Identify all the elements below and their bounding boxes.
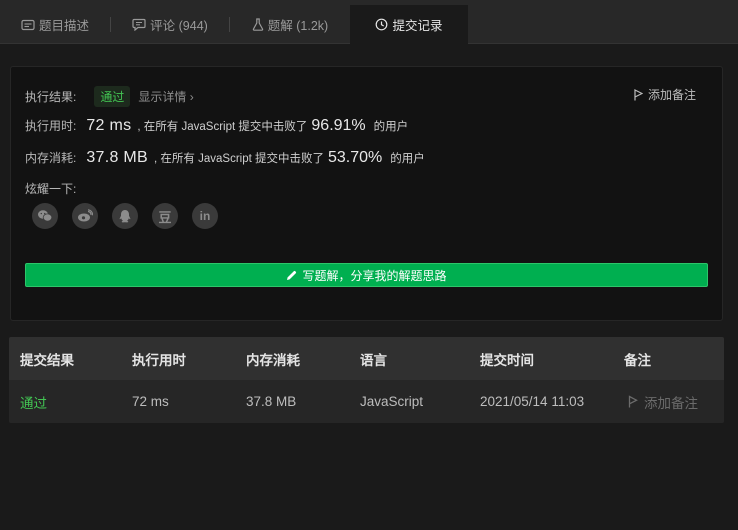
runtime-suffix: 的用户 bbox=[373, 121, 409, 133]
weibo-icon[interactable] bbox=[72, 203, 98, 229]
douban-glyph: 豆 bbox=[158, 209, 172, 225]
tab-submissions[interactable]: 提交记录 bbox=[350, 5, 468, 44]
qq-icon[interactable] bbox=[112, 203, 138, 229]
flag-icon bbox=[634, 88, 643, 100]
result-row: 执行结果: 通过 显示详情 › bbox=[25, 86, 194, 107]
flag-icon bbox=[628, 395, 638, 408]
tab-comments-label: 评论 (944) bbox=[150, 19, 208, 33]
row-add-note-button[interactable]: 添加备注 bbox=[628, 380, 698, 423]
header-submit-time: 提交时间 bbox=[480, 352, 534, 368]
tab-description[interactable]: 题目描述 bbox=[0, 5, 110, 44]
row-submit-time: 2021/05/14 11:03 bbox=[480, 394, 585, 409]
table-row[interactable]: 通过 72 ms 37.8 MB JavaScript 2021/05/14 1… bbox=[9, 380, 724, 423]
header-result: 提交结果 bbox=[20, 352, 74, 368]
submissions-table: 提交结果 执行用时 内存消耗 语言 提交时间 备注 通过 72 ms 37.8 … bbox=[9, 337, 724, 423]
tab-solutions[interactable]: 题解 (1.2k) bbox=[230, 5, 350, 44]
header-memory: 内存消耗 bbox=[246, 352, 300, 368]
table-header: 提交结果 执行用时 内存消耗 语言 提交时间 备注 bbox=[9, 337, 724, 380]
share-icons: 豆 in bbox=[32, 203, 232, 229]
memory-suffix: 的用户 bbox=[390, 153, 425, 165]
share-row: 炫耀一下: bbox=[25, 180, 76, 197]
header-language: 语言 bbox=[360, 352, 387, 368]
description-icon bbox=[21, 19, 35, 31]
runtime-row: 执行用时: 72 ms , 在所有 JavaScript 提交中击败了 96.9… bbox=[25, 117, 408, 135]
runtime-value: 72 ms bbox=[86, 117, 132, 134]
runtime-percent: 96.91% bbox=[311, 117, 366, 134]
memory-value: 37.8 MB bbox=[86, 149, 149, 166]
result-panel: 执行结果: 通过 显示详情 › 添加备注 执行用时: 72 ms , 在所有 J… bbox=[10, 66, 723, 321]
row-language: JavaScript bbox=[360, 394, 424, 409]
linkedin-glyph: in bbox=[199, 209, 211, 223]
douban-icon[interactable]: 豆 bbox=[152, 203, 178, 229]
add-note-label: 添加备注 bbox=[647, 88, 696, 102]
runtime-label: 执行用时: bbox=[25, 119, 77, 133]
show-details-link[interactable]: 显示详情 › bbox=[138, 88, 193, 105]
tab-submissions-label: 提交记录 bbox=[392, 19, 443, 33]
header-runtime: 执行用时 bbox=[132, 352, 186, 368]
tab-bar: 题目描述 评论 (944) 题解 (1.2k) 提交记录 bbox=[0, 0, 738, 44]
linkedin-icon[interactable]: in bbox=[192, 203, 218, 229]
write-solution-label: 写题解，分享我的解题思路 bbox=[302, 268, 447, 283]
tab-comments[interactable]: 评论 (944) bbox=[111, 5, 229, 44]
result-label: 执行结果: bbox=[25, 90, 77, 104]
tab-description-label: 题目描述 bbox=[38, 19, 89, 33]
pencil-icon bbox=[287, 270, 297, 280]
memory-percent: 53.70% bbox=[328, 149, 383, 166]
row-memory: 37.8 MB bbox=[246, 394, 297, 409]
memory-row: 内存消耗: 37.8 MB , 在所有 JavaScript 提交中击败了 53… bbox=[25, 149, 425, 167]
add-note-button[interactable]: 添加备注 bbox=[634, 86, 696, 103]
comment-icon bbox=[132, 18, 146, 31]
row-runtime: 72 ms bbox=[132, 394, 169, 409]
share-label: 炫耀一下: bbox=[25, 182, 77, 196]
wechat-icon[interactable] bbox=[32, 203, 58, 229]
clock-icon bbox=[375, 18, 388, 31]
write-solution-button[interactable]: 写题解，分享我的解题思路 bbox=[25, 263, 708, 287]
memory-mid-text: , 在所有 JavaScript 提交中击败了 bbox=[154, 153, 324, 165]
header-note: 备注 bbox=[624, 352, 651, 368]
tab-solutions-label: 题解 (1.2k) bbox=[267, 19, 329, 33]
status-badge: 通过 bbox=[94, 86, 131, 107]
flask-icon bbox=[252, 18, 264, 31]
memory-label: 内存消耗: bbox=[25, 151, 77, 165]
runtime-mid-text: , 在所有 JavaScript 提交中击败了 bbox=[137, 121, 308, 133]
row-result-link[interactable]: 通过 bbox=[20, 380, 47, 423]
row-add-note-label: 添加备注 bbox=[644, 395, 698, 411]
